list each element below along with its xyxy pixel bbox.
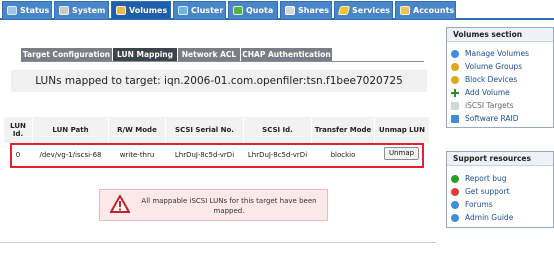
nav-tab-shares-label: Shares bbox=[298, 6, 329, 15]
nav-tab-status[interactable]: Status bbox=[2, 1, 52, 19]
sidebar-item-iscsi-targets[interactable]: iSCSI Targets bbox=[451, 100, 514, 111]
sidebar-item-add-volume[interactable]: Add Volume bbox=[451, 87, 510, 98]
services-icon bbox=[337, 6, 351, 15]
nav-tab-system[interactable]: System bbox=[54, 1, 109, 19]
block-devices-icon bbox=[451, 76, 459, 84]
sidebar-item-label: Report bug bbox=[465, 174, 507, 183]
tab-network-acl[interactable]: Network ACL bbox=[178, 48, 240, 62]
column-header-unmap-lun: Unmap LUN bbox=[379, 126, 425, 134]
volumes-icon bbox=[116, 6, 126, 15]
sidebar-item-software-raid[interactable]: Software RAID bbox=[451, 113, 518, 124]
volumes-section-title: Volumes section bbox=[447, 28, 553, 42]
sidebar-item-manage-volumes[interactable]: Manage Volumes bbox=[451, 48, 529, 59]
nav-tab-system-label: System bbox=[72, 6, 106, 15]
sidebar-item-get-support[interactable]: Get support bbox=[451, 186, 510, 197]
sidebar-item-label: iSCSI Targets bbox=[465, 101, 514, 110]
nav-tab-cluster[interactable]: Cluster bbox=[173, 1, 226, 19]
nav-tab-quota-label: Quota bbox=[246, 6, 274, 15]
sidebar-item-admin-guide[interactable]: Admin Guide bbox=[451, 212, 513, 223]
alert-message: All mappable iSCSI LUNs for this target … bbox=[141, 197, 317, 215]
system-icon bbox=[59, 6, 69, 15]
highlight-box bbox=[10, 143, 424, 168]
volumes-section-panel: Volumes section Manage Volumes Volume Gr… bbox=[446, 27, 554, 128]
software-raid-icon bbox=[451, 115, 459, 123]
nav-tab-shares[interactable]: Shares bbox=[280, 1, 332, 19]
sidebar-item-label: Get support bbox=[465, 187, 510, 196]
tab-target-configuration[interactable]: Target Configuration bbox=[21, 48, 112, 62]
sidebar-item-block-devices[interactable]: Block Devices bbox=[451, 74, 517, 85]
iscsi-targets-icon bbox=[451, 102, 459, 110]
add-icon bbox=[451, 89, 459, 97]
nav-tab-services[interactable]: Services bbox=[334, 1, 393, 19]
nav-tab-volumes[interactable]: Volumes bbox=[111, 1, 171, 19]
sidebar-item-label: Forums bbox=[465, 200, 493, 209]
column-header-scsi-serial: SCSI Serial No. bbox=[175, 126, 234, 134]
info-alert: All mappable iSCSI LUNs for this target … bbox=[99, 189, 328, 221]
support-resources-panel: Support resources Report bug Get support… bbox=[446, 151, 554, 228]
subtabs-divider bbox=[21, 61, 424, 62]
nav-tab-accounts-label: Accounts bbox=[413, 6, 455, 15]
sidebar-item-label: Add Volume bbox=[465, 88, 510, 97]
sidebar-item-label: Manage Volumes bbox=[465, 49, 529, 58]
nav-tab-quota[interactable]: Quota bbox=[228, 1, 278, 19]
tab-lun-mapping[interactable]: LUN Mapping bbox=[113, 48, 177, 62]
status-icon bbox=[7, 6, 17, 15]
nav-tab-cluster-label: Cluster bbox=[191, 6, 224, 15]
sidebar-item-forums[interactable]: Forums bbox=[451, 199, 493, 210]
sidebar-item-report-bug[interactable]: Report bug bbox=[451, 173, 507, 184]
table-header-row: LUN Id. LUN Path R/W Mode SCSI Serial No… bbox=[4, 117, 429, 143]
shares-icon bbox=[285, 6, 295, 15]
nav-tab-volumes-label: Volumes bbox=[129, 6, 168, 15]
report-bug-icon bbox=[451, 175, 459, 183]
quota-icon bbox=[233, 6, 243, 15]
nav-tab-status-label: Status bbox=[20, 6, 50, 15]
get-support-icon bbox=[451, 188, 459, 196]
cluster-icon bbox=[178, 6, 188, 15]
forums-icon bbox=[451, 201, 459, 209]
manage-volumes-icon bbox=[451, 50, 459, 58]
warning-icon bbox=[110, 195, 130, 213]
column-header-transfer-mode: Transfer Mode bbox=[314, 126, 372, 134]
sidebar-item-volume-groups[interactable]: Volume Groups bbox=[451, 61, 522, 72]
page-title: LUNs mapped to target: iqn.2006-01.com.o… bbox=[11, 70, 427, 92]
tab-chap-authentication[interactable]: CHAP Authentication bbox=[241, 48, 332, 62]
sidebar-item-label: Volume Groups bbox=[465, 62, 523, 71]
sidebar-item-label: Software RAID bbox=[465, 114, 519, 123]
column-header-rw-mode: R/W Mode bbox=[117, 126, 157, 134]
sidebar-item-label: Block Devices bbox=[465, 75, 518, 84]
sidebar-item-label: Admin Guide bbox=[465, 213, 514, 222]
accounts-icon bbox=[400, 6, 410, 15]
nav-tab-accounts[interactable]: Accounts bbox=[395, 1, 456, 19]
volume-groups-icon bbox=[451, 63, 459, 71]
nav-tab-services-label: Services bbox=[352, 6, 391, 15]
column-header-lun-id: LUN Id. bbox=[10, 122, 26, 138]
admin-guide-icon bbox=[451, 214, 459, 222]
content-divider bbox=[0, 242, 436, 243]
support-resources-title: Support resources bbox=[447, 152, 553, 166]
main-navigation: Status System Volumes Cluster Quota Shar… bbox=[0, 0, 554, 20]
column-header-lun-path: LUN Path bbox=[52, 126, 89, 134]
column-header-scsi-id: SCSI Id. bbox=[262, 126, 293, 134]
